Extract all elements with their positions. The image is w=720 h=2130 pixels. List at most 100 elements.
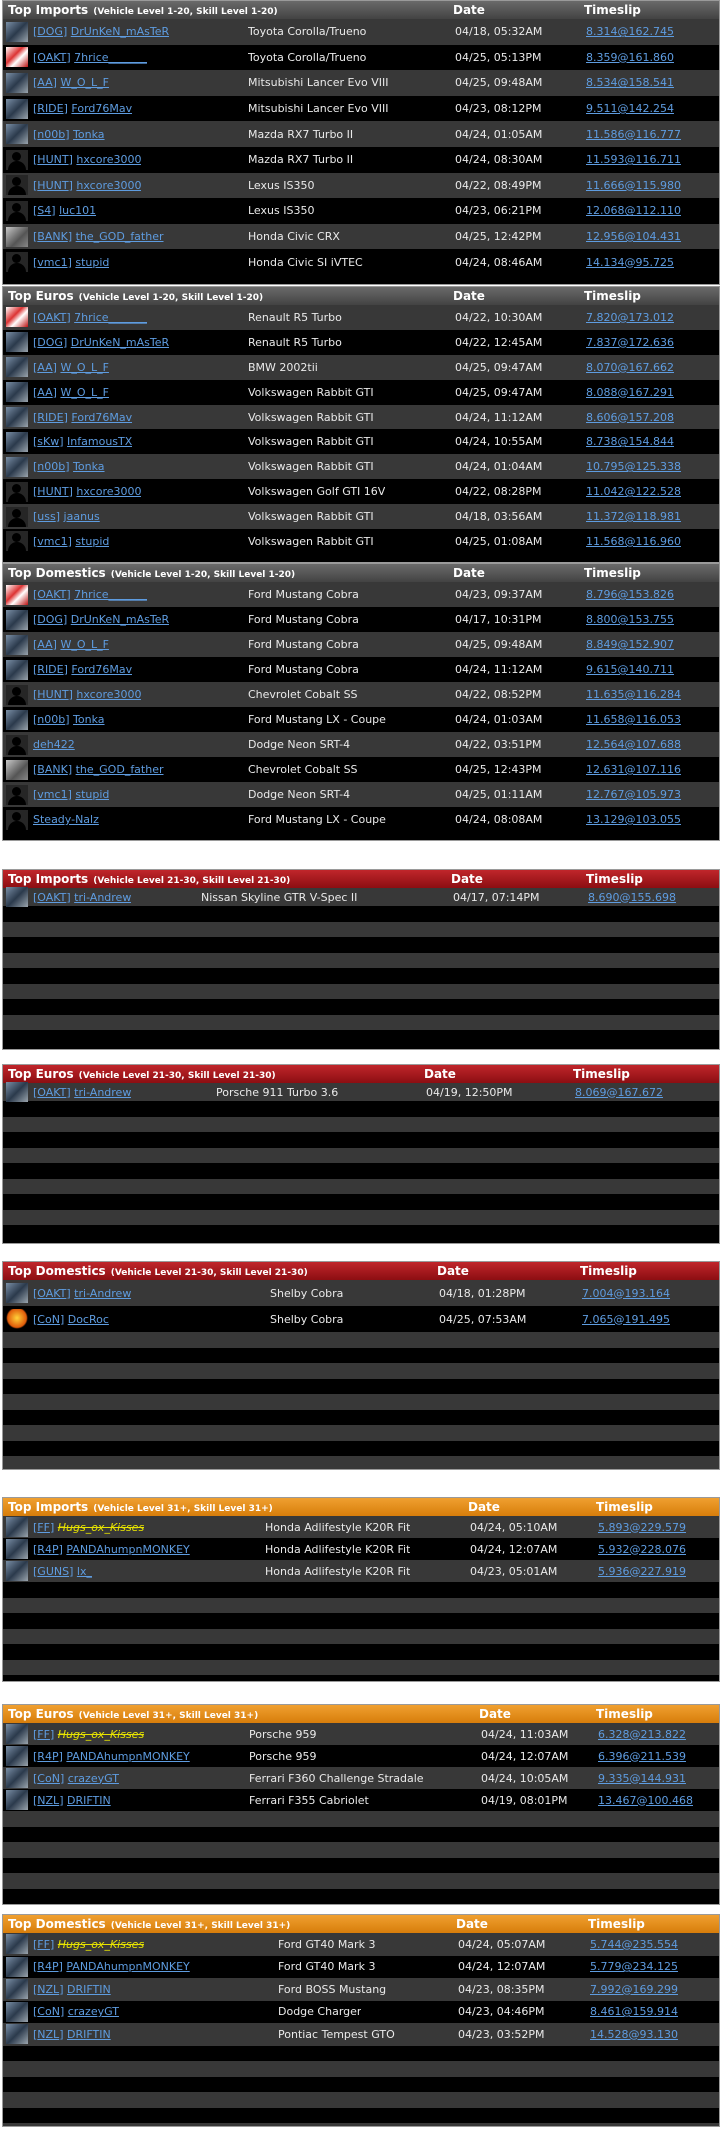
player-name-link[interactable]: deh422 xyxy=(33,738,75,751)
crew-tag-link[interactable]: RIDE xyxy=(37,102,63,115)
crew-tag-link[interactable]: AA xyxy=(37,361,52,374)
timeslip-link[interactable]: 8.796@153.826 xyxy=(586,588,674,601)
crew-tag-link[interactable]: FF xyxy=(37,1521,50,1534)
timeslip-link[interactable]: 7.004@193.164 xyxy=(582,1287,670,1300)
crew-tag-link[interactable]: vmc1 xyxy=(37,788,67,801)
player-name-link[interactable]: Tonka xyxy=(73,713,104,726)
timeslip-link[interactable]: 5.932@228.076 xyxy=(598,1543,686,1556)
player-name-link[interactable]: PANDAhumpnMONKEY xyxy=(66,1543,189,1556)
crew-tag-link[interactable]: HUNT xyxy=(37,153,68,166)
timeslip-link[interactable]: 5.779@234.125 xyxy=(590,1960,678,1973)
player-name-link[interactable]: DRIFTIN xyxy=(67,2028,111,2041)
timeslip-link[interactable]: 11.586@116.777 xyxy=(586,128,681,141)
crew-tag-link[interactable]: BANK xyxy=(37,763,68,776)
timeslip-link[interactable]: 13.467@100.468 xyxy=(598,1794,693,1807)
crew-tag-link[interactable]: vmc1 xyxy=(37,535,67,548)
crew-tag-link[interactable]: OAKT xyxy=(37,588,66,601)
crew-tag-link[interactable]: AA xyxy=(37,638,52,651)
crew-tag-link[interactable]: sKw xyxy=(37,435,59,448)
player-name-link[interactable]: stupid xyxy=(75,788,109,801)
timeslip-link[interactable]: 11.568@116.960 xyxy=(586,535,681,548)
crew-tag-link[interactable]: OAKT xyxy=(37,1287,66,1300)
crew-tag-link[interactable]: R4P xyxy=(37,1960,58,1973)
crew-tag-link[interactable]: FF xyxy=(37,1938,50,1951)
timeslip-link[interactable]: 11.658@116.053 xyxy=(586,713,681,726)
crew-tag-link[interactable]: CoN xyxy=(37,1313,60,1326)
player-name-link[interactable]: tri-Andrew xyxy=(74,1086,131,1099)
timeslip-link[interactable]: 5.936@227.919 xyxy=(598,1565,686,1578)
crew-tag-link[interactable]: n00b xyxy=(37,128,65,141)
crew-tag-link[interactable]: NZL xyxy=(37,2028,59,2041)
crew-tag-link[interactable]: NZL xyxy=(37,1794,59,1807)
crew-tag-link[interactable]: n00b xyxy=(37,713,65,726)
crew-tag-link[interactable]: OAKT xyxy=(37,891,66,904)
timeslip-link[interactable]: 12.631@107.116 xyxy=(586,763,681,776)
timeslip-link[interactable]: 8.069@167.672 xyxy=(575,1086,663,1099)
crew-tag-link[interactable]: OAKT xyxy=(37,1086,66,1099)
crew-tag-link[interactable]: n00b xyxy=(37,460,65,473)
timeslip-link[interactable]: 8.088@167.291 xyxy=(586,386,674,399)
player-name-link[interactable]: hxcore3000 xyxy=(76,485,141,498)
player-name-link[interactable]: Steady-Nalz xyxy=(33,813,99,826)
timeslip-link[interactable]: 11.372@118.981 xyxy=(586,510,681,523)
timeslip-link[interactable]: 8.314@162.745 xyxy=(586,25,674,38)
timeslip-link[interactable]: 7.820@173.012 xyxy=(586,311,674,324)
timeslip-link[interactable]: 6.396@211.539 xyxy=(598,1750,686,1763)
crew-tag-link[interactable]: OAKT xyxy=(37,51,66,64)
timeslip-link[interactable]: 11.635@116.284 xyxy=(586,688,681,701)
timeslip-link[interactable]: 11.042@122.528 xyxy=(586,485,681,498)
crew-tag-link[interactable]: DOG xyxy=(37,336,63,349)
timeslip-link[interactable]: 7.992@169.299 xyxy=(590,1983,678,1996)
player-name-link[interactable]: Hugs_ox_Kisses xyxy=(58,1938,144,1951)
player-name-link[interactable]: DRIFTIN xyxy=(67,1983,111,1996)
player-name-link[interactable]: DrUnKeN_mAsTeR xyxy=(71,613,169,626)
crew-tag-link[interactable]: RIDE xyxy=(37,411,63,424)
player-name-link[interactable]: stupid xyxy=(75,535,109,548)
crew-tag-link[interactable]: uss xyxy=(37,510,55,523)
crew-tag-link[interactable]: OAKT xyxy=(37,311,66,324)
player-name-link[interactable]: hxcore3000 xyxy=(76,153,141,166)
timeslip-link[interactable]: 8.359@161.860 xyxy=(586,51,674,64)
crew-tag-link[interactable]: vmc1 xyxy=(37,256,67,269)
timeslip-link[interactable]: 13.129@103.055 xyxy=(586,813,681,826)
crew-tag-link[interactable]: BANK xyxy=(37,230,68,243)
timeslip-link[interactable]: 8.849@152.907 xyxy=(586,638,674,651)
timeslip-link[interactable]: 9.335@144.931 xyxy=(598,1772,686,1785)
player-name-link[interactable]: stupid xyxy=(75,256,109,269)
timeslip-link[interactable]: 7.065@191.495 xyxy=(582,1313,670,1326)
player-name-link[interactable]: W_O_L_F xyxy=(60,386,109,399)
player-name-link[interactable]: Ford76Mav xyxy=(71,411,132,424)
timeslip-link[interactable]: 14.134@95.725 xyxy=(586,256,674,269)
crew-tag-link[interactable]: CoN xyxy=(37,2005,60,2018)
timeslip-link[interactable]: 14.528@93.130 xyxy=(590,2028,678,2041)
timeslip-link[interactable]: 5.744@235.554 xyxy=(590,1938,678,1951)
crew-tag-link[interactable]: DOG xyxy=(37,25,63,38)
player-name-link[interactable]: PANDAhumpnMONKEY xyxy=(66,1960,189,1973)
timeslip-link[interactable]: 7.837@172.636 xyxy=(586,336,674,349)
player-name-link[interactable]: W_O_L_F xyxy=(60,76,109,89)
player-name-link[interactable]: W_O_L_F xyxy=(60,638,109,651)
crew-tag-link[interactable]: HUNT xyxy=(37,485,68,498)
crew-tag-link[interactable]: CoN xyxy=(37,1772,60,1785)
player-name-link[interactable]: DrUnKeN_mAsTeR xyxy=(71,25,169,38)
crew-tag-link[interactable]: NZL xyxy=(37,1983,59,1996)
crew-tag-link[interactable]: HUNT xyxy=(37,688,68,701)
player-name-link[interactable]: InfamousTX xyxy=(67,435,132,448)
player-name-link[interactable]: hxcore3000 xyxy=(76,179,141,192)
player-name-link[interactable]: the_GOD_father xyxy=(76,763,164,776)
timeslip-link[interactable]: 12.956@104.431 xyxy=(586,230,681,243)
player-name-link[interactable]: PANDAhumpnMONKEY xyxy=(66,1750,189,1763)
player-name-link[interactable]: crazeyGT xyxy=(68,1772,119,1785)
crew-tag-link[interactable]: GUNS xyxy=(37,1565,69,1578)
player-name-link[interactable]: Hugs_ox_Kisses xyxy=(58,1521,144,1534)
timeslip-link[interactable]: 12.564@107.688 xyxy=(586,738,681,751)
timeslip-link[interactable]: 10.795@125.338 xyxy=(586,460,681,473)
timeslip-link[interactable]: 8.606@157.208 xyxy=(586,411,674,424)
crew-tag-link[interactable]: AA xyxy=(37,76,52,89)
timeslip-link[interactable]: 11.666@115.980 xyxy=(586,179,681,192)
player-name-link[interactable]: lx_ xyxy=(77,1565,92,1578)
timeslip-link[interactable]: 12.068@112.110 xyxy=(586,204,681,217)
timeslip-link[interactable]: 8.534@158.541 xyxy=(586,76,674,89)
crew-tag-link[interactable]: HUNT xyxy=(37,179,68,192)
player-name-link[interactable]: Tonka xyxy=(73,128,104,141)
